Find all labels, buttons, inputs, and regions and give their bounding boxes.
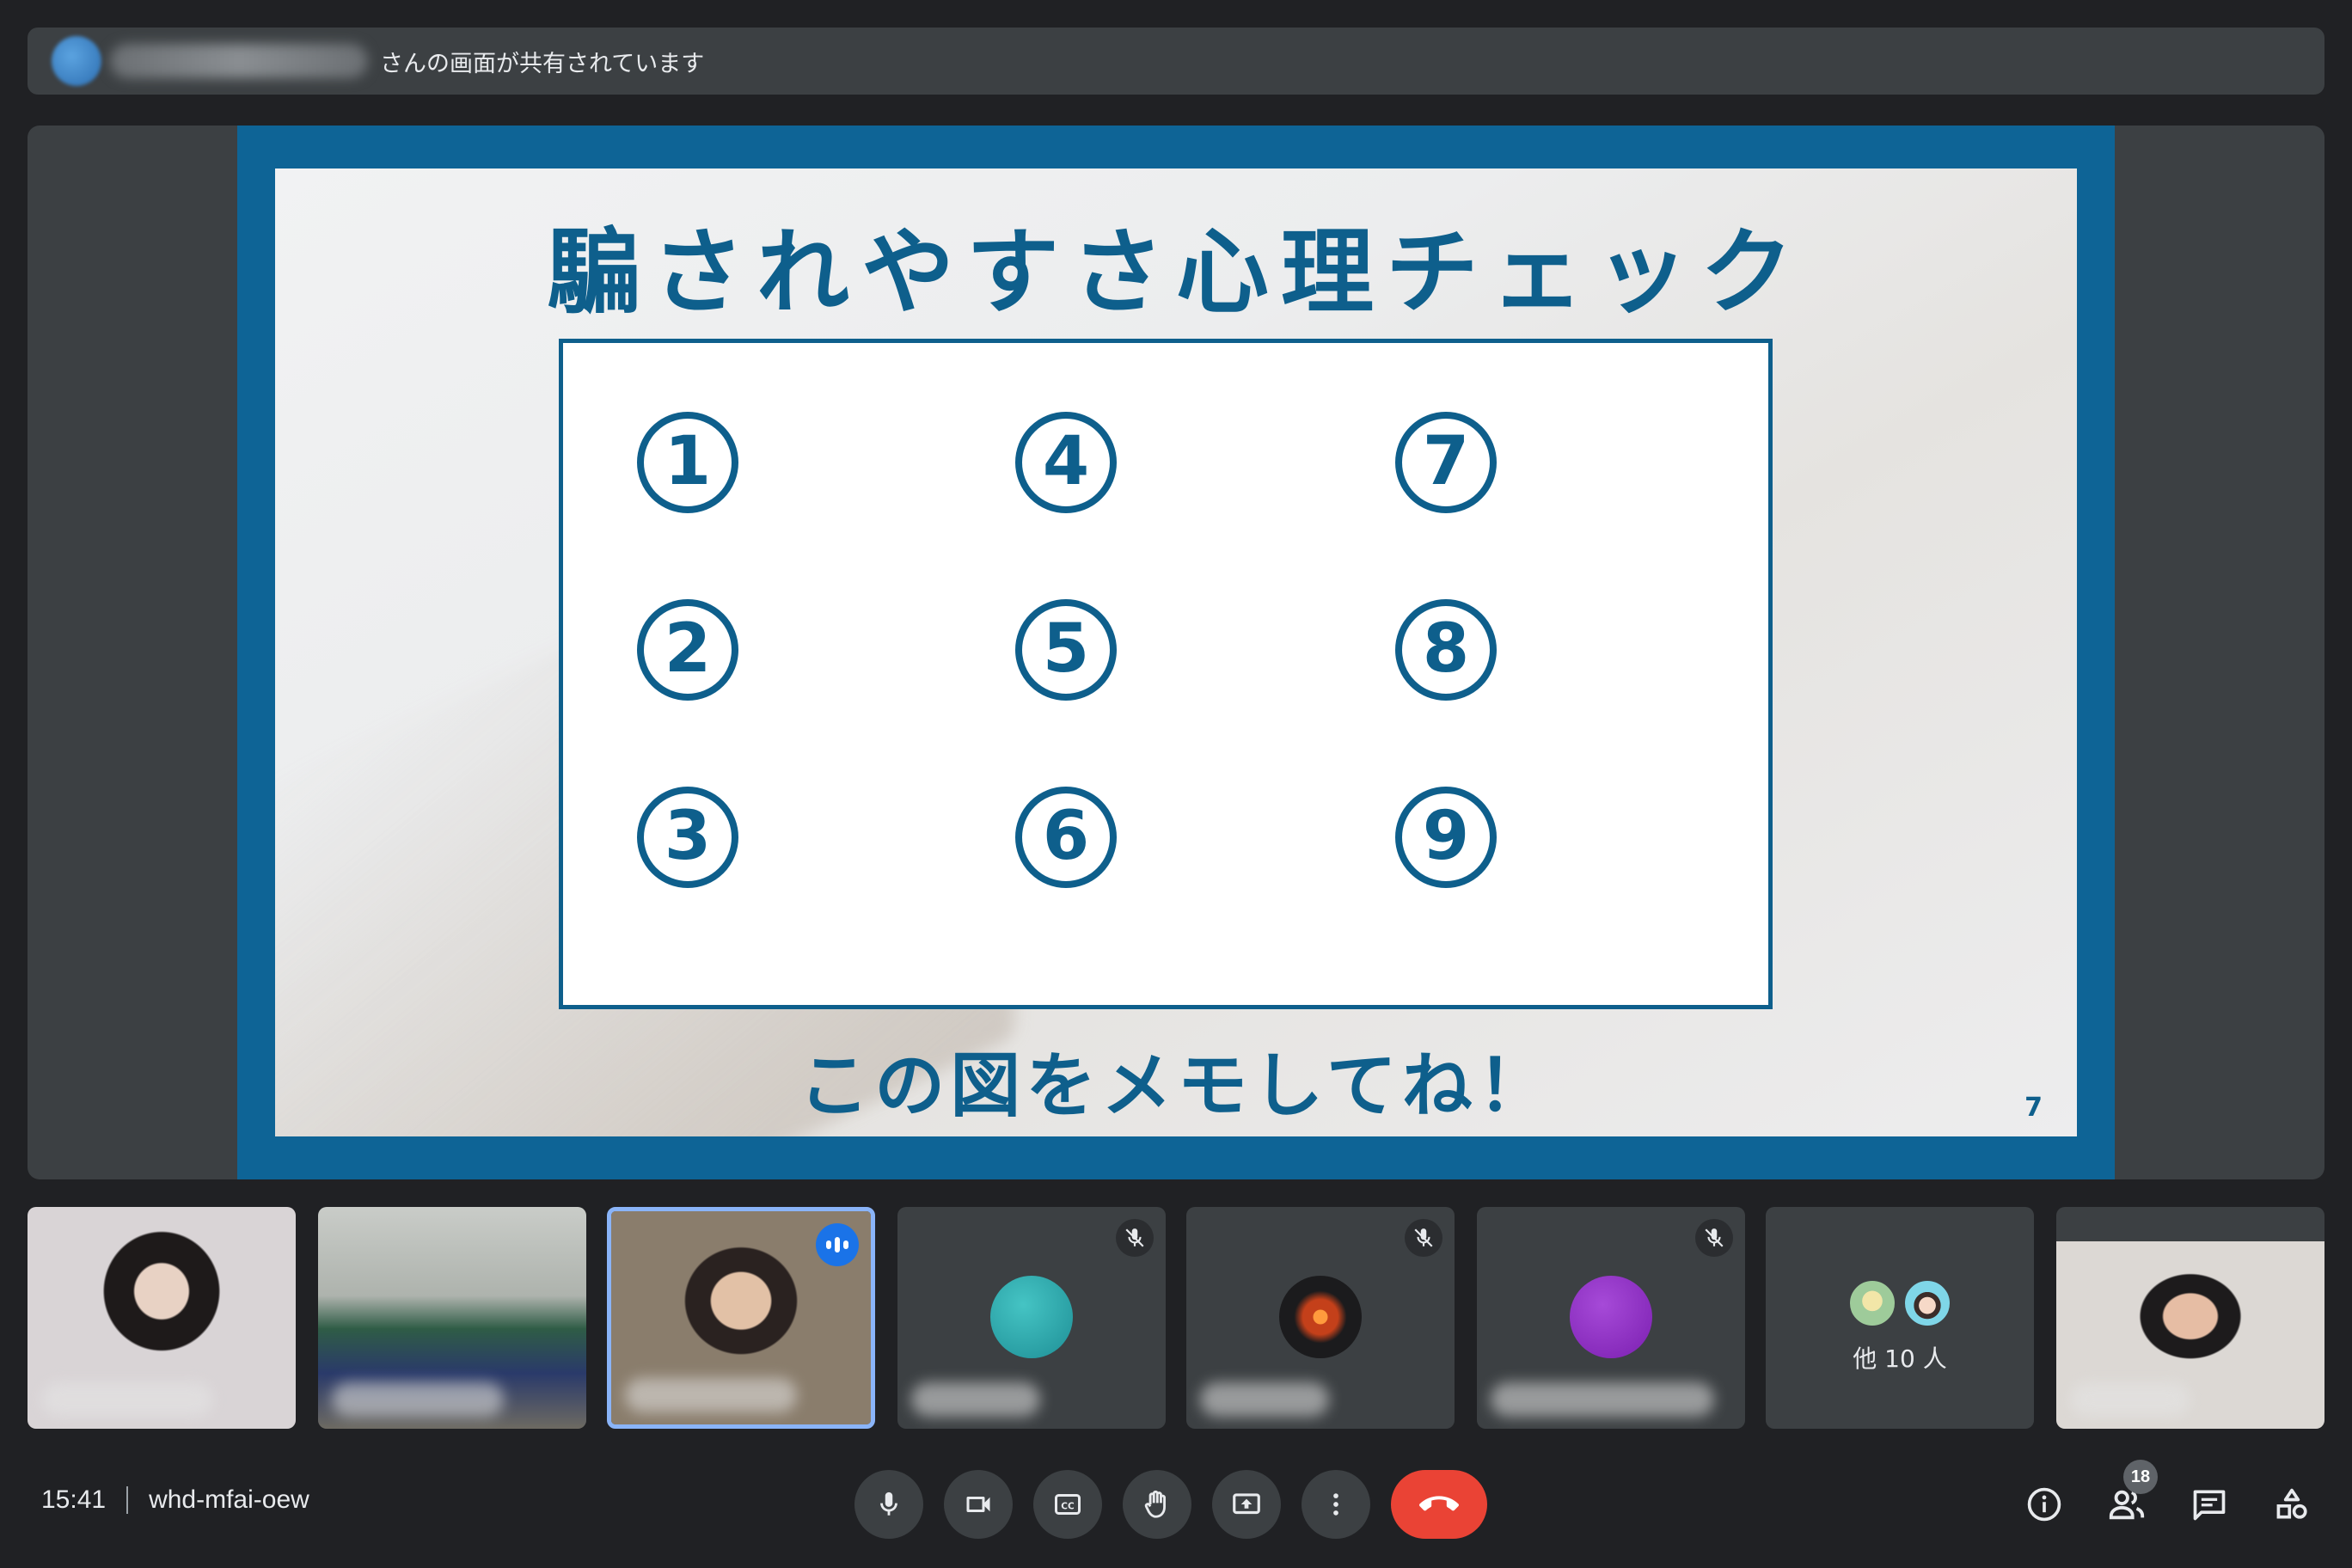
presentation-stage[interactable]: 騙されやすさ心理チェック 1 4 7 2 5 8 3 6 9 この図をメモしてね… bbox=[28, 126, 2324, 1179]
presenter-avatar bbox=[52, 36, 101, 86]
circled-number: 1 bbox=[637, 412, 738, 513]
svg-text:CC: CC bbox=[1061, 1501, 1075, 1511]
slide-subtitle: この図をメモしてね！ bbox=[799, 1045, 1553, 1127]
captions-icon: CC bbox=[1055, 1494, 1081, 1515]
slide: 騙されやすさ心理チェック 1 4 7 2 5 8 3 6 9 この図をメモしてね… bbox=[275, 168, 2077, 1136]
circled-number: 3 bbox=[637, 787, 738, 888]
presenter-name-blurred bbox=[110, 44, 368, 78]
activities-button[interactable] bbox=[2266, 1479, 2318, 1530]
participant-avatar bbox=[1902, 1278, 1952, 1328]
participant-tile[interactable] bbox=[897, 1207, 1166, 1429]
mic-off-icon bbox=[1116, 1219, 1154, 1257]
participant-avatar bbox=[1847, 1278, 1897, 1328]
activities-icon bbox=[2276, 1488, 2307, 1519]
people-button[interactable]: 18 bbox=[2101, 1460, 2158, 1530]
circled-number: 6 bbox=[1015, 787, 1117, 888]
call-controls: CC bbox=[854, 1470, 1487, 1539]
participant-avatar bbox=[990, 1276, 1073, 1358]
side-panel-controls: 18 bbox=[2018, 1460, 2318, 1530]
clock-time: 15:41 bbox=[41, 1485, 107, 1514]
participant-name-blurred bbox=[2070, 1382, 2190, 1417]
other-participants-avatars bbox=[1847, 1278, 1952, 1328]
end-call-icon bbox=[1419, 1496, 1459, 1511]
meeting-code: whd-mfai-oew bbox=[149, 1485, 309, 1514]
participant-tile[interactable] bbox=[1477, 1207, 1745, 1429]
participant-tile[interactable] bbox=[318, 1207, 586, 1429]
info-icon bbox=[2027, 1487, 2061, 1522]
participant-tile[interactable] bbox=[2056, 1207, 2324, 1429]
participant-name-blurred bbox=[1491, 1382, 1714, 1417]
microphone-icon bbox=[880, 1491, 897, 1516]
participant-avatar bbox=[1570, 1276, 1652, 1358]
bottom-toolbar: 15:41 whd-mfai-oew CC 18 bbox=[0, 1448, 2352, 1568]
participant-name-blurred bbox=[911, 1382, 1040, 1417]
participant-tile[interactable] bbox=[1186, 1207, 1455, 1429]
participant-name-blurred bbox=[332, 1382, 504, 1417]
participant-avatar bbox=[1279, 1276, 1362, 1358]
circled-number: 4 bbox=[1015, 412, 1117, 513]
participant-name-blurred bbox=[41, 1382, 213, 1417]
share-status-text: さんの画面が共有されています bbox=[380, 50, 705, 77]
circled-number: 2 bbox=[637, 599, 738, 701]
more-options-icon bbox=[1333, 1493, 1338, 1516]
chat-button[interactable] bbox=[2184, 1479, 2235, 1530]
participant-tile-active[interactable] bbox=[607, 1207, 875, 1429]
mic-off-icon bbox=[1405, 1219, 1442, 1257]
microphone-button[interactable] bbox=[854, 1470, 923, 1539]
captions-button[interactable]: CC bbox=[1033, 1470, 1102, 1539]
camera-button[interactable] bbox=[944, 1470, 1013, 1539]
raise-hand-button[interactable] bbox=[1123, 1470, 1191, 1539]
slide-page-number: 7 bbox=[2024, 1093, 2043, 1123]
present-screen-button[interactable] bbox=[1212, 1470, 1281, 1539]
divider bbox=[126, 1486, 129, 1514]
chat-icon bbox=[2193, 1490, 2226, 1521]
meeting-details-button[interactable] bbox=[2018, 1479, 2070, 1530]
speaking-indicator-icon bbox=[816, 1223, 859, 1266]
participant-count-badge: 18 bbox=[2123, 1460, 2158, 1494]
raise-hand-icon bbox=[1144, 1490, 1166, 1518]
slide-frame: 騙されやすさ心理チェック 1 4 7 2 5 8 3 6 9 この図をメモしてね… bbox=[237, 126, 2115, 1179]
screen-share-banner: さんの画面が共有されています bbox=[28, 28, 2324, 95]
mic-off-icon bbox=[1695, 1219, 1733, 1257]
other-participants-label: 他 10 人 bbox=[1853, 1344, 1947, 1373]
circled-number: 7 bbox=[1395, 412, 1497, 513]
circled-number: 8 bbox=[1395, 599, 1497, 701]
meeting-info: 15:41 whd-mfai-oew bbox=[41, 1485, 309, 1515]
camera-icon bbox=[966, 1497, 990, 1512]
slide-title: 騙されやすさ心理チェック bbox=[546, 219, 1805, 327]
present-screen-icon bbox=[1233, 1493, 1260, 1515]
participant-tile[interactable] bbox=[28, 1207, 296, 1429]
other-participants-tile[interactable]: 他 10 人 bbox=[1766, 1207, 2034, 1429]
circled-number: 5 bbox=[1015, 599, 1117, 701]
circled-number: 9 bbox=[1395, 787, 1497, 888]
number-box: 1 4 7 2 5 8 3 6 9 bbox=[559, 339, 1773, 1009]
more-options-button[interactable] bbox=[1302, 1470, 1370, 1539]
participant-name-blurred bbox=[625, 1378, 797, 1412]
end-call-button[interactable] bbox=[1391, 1470, 1487, 1539]
participant-name-blurred bbox=[1200, 1382, 1329, 1417]
